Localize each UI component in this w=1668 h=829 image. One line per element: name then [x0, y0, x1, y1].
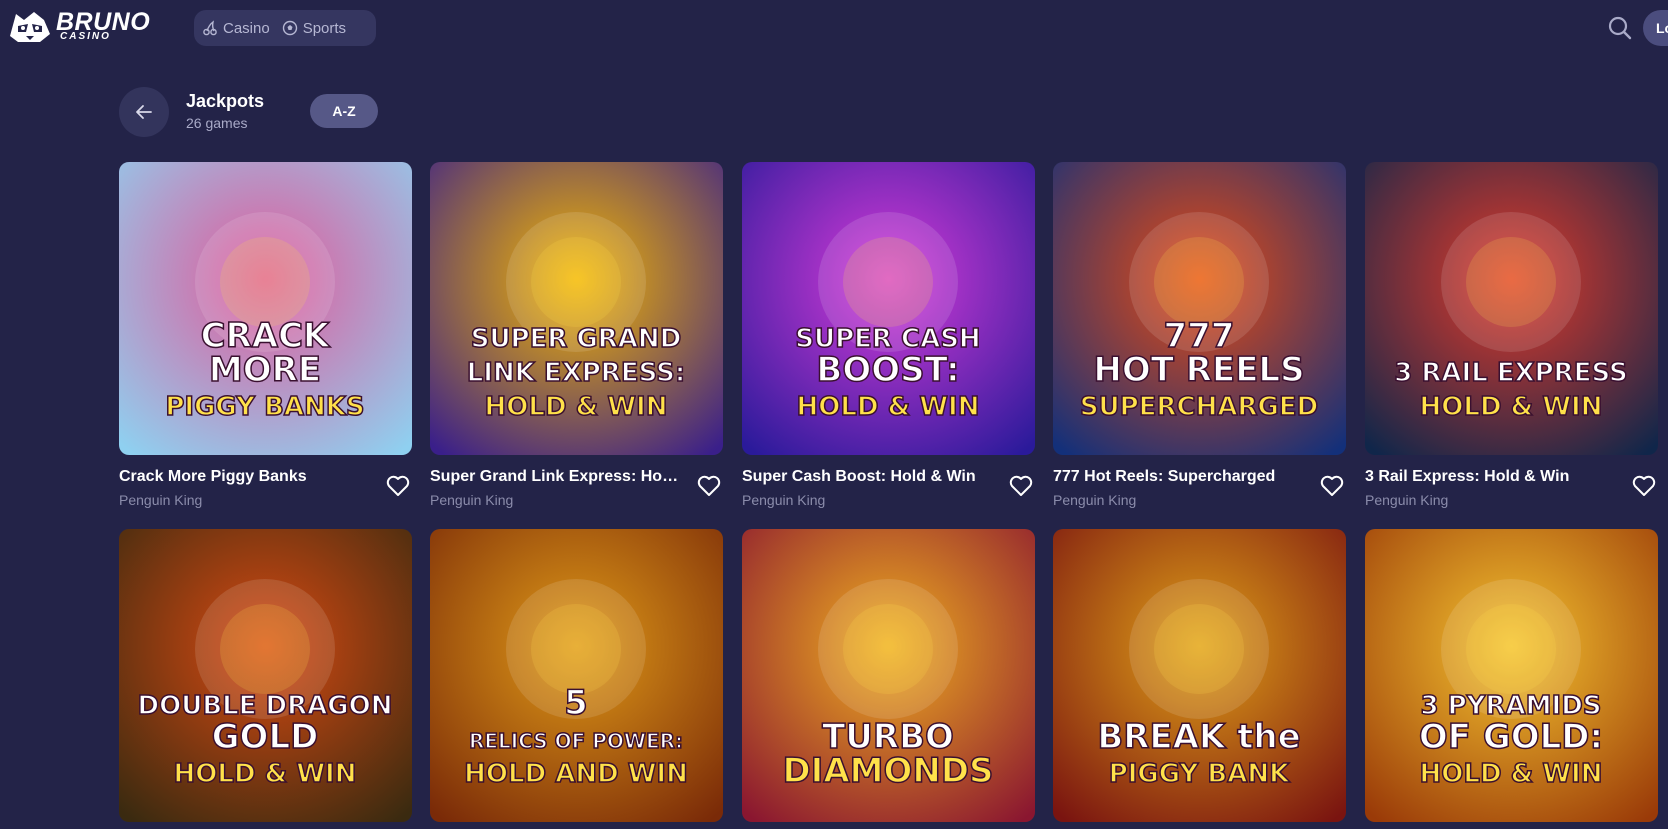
top-header: BRUNO CASINO Casino Sports Lo	[0, 0, 1668, 56]
game-thumbnail[interactable]: SUPER CASH BOOST: HOLD & WIN	[742, 162, 1035, 455]
heart-icon[interactable]	[696, 473, 722, 499]
login-button[interactable]: Lo	[1643, 10, 1668, 46]
game-provider: Penguin King	[430, 492, 514, 508]
game-artwork: CRACKMOREPIGGY BANKS	[119, 162, 412, 455]
sort-az-button[interactable]: A-Z	[310, 94, 378, 128]
game-artwork-text: MORE	[209, 350, 321, 390]
game-card[interactable]: SUPER CASH BOOST: HOLD & WIN Super Cash Boo…	[742, 162, 1035, 508]
games-count: 26 games	[186, 115, 248, 131]
back-button[interactable]	[119, 87, 169, 137]
nav-sports-label: Sports	[302, 19, 347, 37]
game-artwork: SUPER CASHBOOST:HOLD & WIN	[742, 162, 1035, 455]
soccer-ball-icon	[282, 20, 297, 36]
game-artwork-text: HOLD AND WIN	[464, 759, 688, 789]
raccoon-logo-icon	[10, 12, 50, 42]
game-artwork: BREAK thePIGGY BANK	[1053, 529, 1346, 822]
game-artwork-text: HOLD & WIN	[174, 759, 357, 789]
game-artwork-text: DIAMONDS	[782, 751, 993, 791]
game-artwork-text: HOLD & WIN	[485, 392, 668, 422]
game-card[interactable]: 3 RAIL EXPRESS HOLD & WIN 3 Rail Express: …	[1365, 162, 1658, 508]
cherry-icon	[203, 20, 217, 36]
game-artwork-text: HOLD & WIN	[797, 392, 980, 422]
game-thumbnail[interactable]: CRACK MORE PIGGY BANKS	[119, 162, 412, 455]
heart-icon[interactable]	[385, 473, 411, 499]
game-artwork-text: OF GOLD:	[1419, 717, 1603, 757]
heart-icon[interactable]	[1319, 473, 1345, 499]
game-provider: Penguin King	[1365, 492, 1449, 508]
game-artwork: 5 RELICS OF POWER: HOLD AND WIN	[430, 529, 723, 822]
game-artwork: DOUBLE DRAGONGOLDHOLD & WIN	[119, 529, 412, 822]
game-thumbnail[interactable]: 5 RELICS OF POWER: HOLD AND WIN	[430, 529, 723, 822]
game-card[interactable]: SUPER GRAND LINK EXPRESS: HOLD & WIN Super …	[430, 162, 723, 508]
nav-casino[interactable]: Casino	[202, 20, 270, 37]
game-card[interactable]: DOUBLE DRAGON GOLD HOLD & WIN	[119, 529, 412, 822]
game-artwork-text: 5	[564, 683, 588, 723]
game-card[interactable]: 5 RELICS OF POWER: HOLD AND WIN	[430, 529, 723, 822]
arrow-left-icon	[136, 105, 152, 119]
game-artwork-text: RELICS OF POWER:	[469, 729, 683, 753]
game-card[interactable]: TURBO DIAMONDS	[742, 529, 1035, 822]
game-title[interactable]: 3 Rail Express: Hold & Win	[1365, 468, 1615, 486]
game-artwork-text: HOLD & WIN	[1420, 392, 1603, 422]
game-artwork-text: SUPER GRAND	[471, 324, 682, 354]
game-thumbnail[interactable]: 3 RAIL EXPRESS HOLD & WIN	[1365, 162, 1658, 455]
game-artwork-text: GOLD	[212, 717, 319, 757]
game-artwork: 777HOT REELSSUPERCHARGED	[1053, 162, 1346, 455]
game-artwork-text: BOOST:	[816, 350, 959, 390]
game-artwork-text: HOT REELS	[1093, 350, 1304, 390]
game-card[interactable]: 777 HOT REELS SUPERCHARGED 777 Hot Reels: S…	[1053, 162, 1346, 508]
nav-sports[interactable]: Sports	[282, 20, 346, 37]
game-card[interactable]: 3 PYRAMIDS OF GOLD: HOLD & WIN	[1365, 529, 1658, 822]
nav-casino-label: Casino	[223, 19, 270, 37]
game-artwork: TURBODIAMONDS	[742, 529, 1035, 822]
game-artwork-text: 3 RAIL EXPRESS	[1394, 358, 1628, 388]
game-thumbnail[interactable]: TURBO DIAMONDS	[742, 529, 1035, 822]
search-icon[interactable]	[1607, 15, 1633, 41]
game-thumbnail[interactable]: BREAK the PIGGY BANK	[1053, 529, 1346, 822]
game-artwork-text: LINK EXPRESS:	[467, 358, 686, 388]
game-thumbnail[interactable]: 3 PYRAMIDS OF GOLD: HOLD & WIN	[1365, 529, 1658, 822]
heart-icon[interactable]	[1631, 473, 1657, 499]
game-title[interactable]: 777 Hot Reels: Supercharged	[1053, 468, 1303, 486]
game-title[interactable]: Crack More Piggy Banks	[119, 468, 369, 486]
game-thumbnail[interactable]: 777 HOT REELS SUPERCHARGED	[1053, 162, 1346, 455]
game-title[interactable]: Super Grand Link Express: Hold…	[430, 468, 680, 486]
bruno-casino-logo[interactable]: BRUNO CASINO	[6, 6, 176, 46]
heart-icon[interactable]	[1008, 473, 1034, 499]
game-artwork: 3 RAIL EXPRESS HOLD & WIN	[1365, 162, 1658, 455]
game-artwork-text: HOLD & WIN	[1420, 759, 1603, 789]
game-card[interactable]: BREAK the PIGGY BANK	[1053, 529, 1346, 822]
game-card[interactable]: CRACK MORE PIGGY BANKS Crack More Piggy Ban…	[119, 162, 412, 508]
game-provider: Penguin King	[742, 492, 826, 508]
game-artwork: SUPER GRAND LINK EXPRESS: HOLD & WIN	[430, 162, 723, 455]
game-thumbnail[interactable]: DOUBLE DRAGON GOLD HOLD & WIN	[119, 529, 412, 822]
game-thumbnail[interactable]: SUPER GRAND LINK EXPRESS: HOLD & WIN	[430, 162, 723, 455]
game-artwork-text: PIGGY BANK	[1109, 759, 1290, 789]
section-title: Jackpots	[186, 91, 265, 111]
game-title[interactable]: Super Cash Boost: Hold & Win	[742, 468, 992, 486]
game-artwork-text: PIGGY BANKS	[165, 392, 364, 422]
game-artwork: 3 PYRAMIDSOF GOLD:HOLD & WIN	[1365, 529, 1658, 822]
game-provider: Penguin King	[119, 492, 203, 508]
game-provider: Penguin King	[1053, 492, 1137, 508]
game-artwork-text: BREAK the	[1097, 717, 1300, 757]
game-artwork-text: SUPERCHARGED	[1080, 392, 1318, 422]
main-nav: Casino Sports	[194, 10, 376, 46]
